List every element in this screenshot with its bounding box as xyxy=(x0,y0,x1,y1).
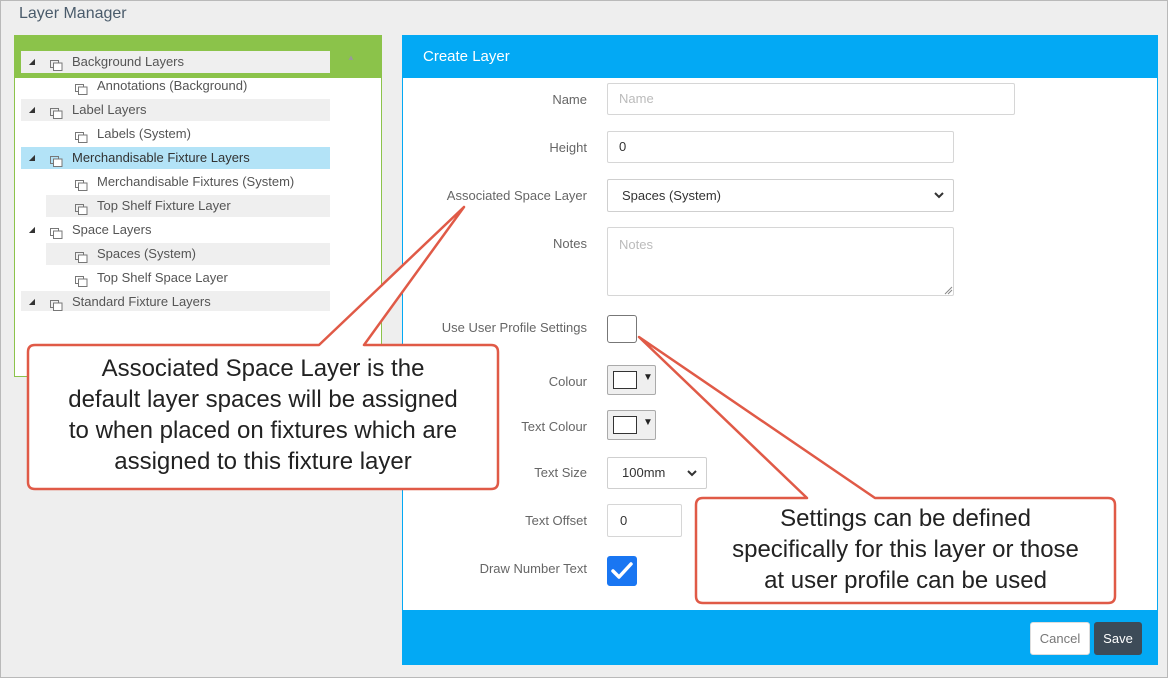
chevron-down-icon xyxy=(933,180,945,224)
associated-space-layer-value: Spaces (System) xyxy=(622,188,721,203)
layers-tree[interactable]: ◢ Background Layers Annotations (Backgroun… xyxy=(21,49,347,311)
notes-label: Notes xyxy=(553,236,587,251)
tree-item-label: Labels (System) xyxy=(97,126,191,141)
layers-icon xyxy=(50,104,63,119)
expand-triangle-icon[interactable]: ◢ xyxy=(27,147,37,169)
text-size-value: 100mm xyxy=(622,465,666,480)
callout-line: Settings can be defined xyxy=(780,505,1031,532)
expand-triangle-icon[interactable]: ◢ xyxy=(27,291,37,311)
dropdown-arrow-icon: ▼ xyxy=(643,417,653,428)
tree-item-label: Merchandisable Fixture Layers xyxy=(72,150,250,165)
colour-swatch xyxy=(613,371,637,389)
callout-line: to when placed on fixtures which are xyxy=(68,417,458,444)
colour-picker[interactable]: ▼ xyxy=(607,365,656,395)
resize-handle-icon[interactable] xyxy=(944,286,953,295)
layers-icon xyxy=(75,200,88,215)
layers-icon xyxy=(75,128,88,143)
text-colour-swatch xyxy=(613,416,637,434)
layers-icon xyxy=(50,296,63,311)
tree-item-label: Spaces (System) xyxy=(97,246,196,261)
text-colour-picker[interactable]: ▼ xyxy=(607,410,656,440)
callout-line: assigned to this fixture layer xyxy=(114,448,412,475)
tree-item-label: Background Layers xyxy=(72,54,185,69)
dropdown-arrow-icon: ▼ xyxy=(643,372,653,383)
layers-icon xyxy=(75,80,88,95)
tree-item-label: Space Layers xyxy=(72,222,152,237)
tree-group-row[interactable]: ◢ Merchandisable Fixture Layers xyxy=(21,147,330,169)
name-input[interactable]: Name xyxy=(607,83,1015,115)
associated-space-layer-label: Associated Space Layer xyxy=(446,188,587,203)
tree-group-row[interactable]: ◢ Background Layers xyxy=(21,51,330,73)
use-user-profile-settings-checkbox[interactable] xyxy=(607,315,637,343)
tree-item-label: Top Shelf Space Layer xyxy=(97,270,228,285)
callout-line: default layer spaces will be assigned xyxy=(68,386,458,413)
tree-layer-row[interactable]: Top Shelf Fixture Layer xyxy=(46,195,330,217)
space-layer-callout-text: Associated Space Layer is the default la… xyxy=(28,353,498,477)
tree-item-label: Annotations (Background) xyxy=(97,78,248,93)
tree-group-row[interactable]: ◢ Label Layers xyxy=(21,99,330,121)
tree-layer-row[interactable]: Merchandisable Fixtures (System) xyxy=(46,171,330,193)
tree-layer-row[interactable]: Spaces (System) xyxy=(46,243,330,265)
page-title: Layer Manager xyxy=(19,5,127,22)
layers-icon xyxy=(75,272,88,287)
name-label: Name xyxy=(552,92,587,107)
draw-number-text-label: Draw Number Text xyxy=(479,561,587,576)
expand-triangle-icon[interactable]: ◢ xyxy=(27,219,37,241)
tree-group-row[interactable]: ◢ Space Layers xyxy=(21,219,330,241)
callout-line: at user profile can be used xyxy=(764,567,1047,594)
use-user-profile-settings-label: Use User Profile Settings xyxy=(441,320,587,335)
save-button[interactable]: Save xyxy=(1094,622,1142,655)
height-label: Height xyxy=(549,140,587,155)
layers-icon xyxy=(50,224,63,239)
chevron-down-icon xyxy=(686,458,698,500)
text-offset-label: Text Offset xyxy=(525,513,587,528)
layers-icon xyxy=(75,176,88,191)
cancel-button[interactable]: Cancel xyxy=(1030,622,1090,655)
height-input[interactable]: 0 xyxy=(607,131,954,163)
settings-callout-text: Settings can be defined specifically for… xyxy=(696,503,1115,596)
draw-number-text-checkbox[interactable] xyxy=(607,556,637,586)
expand-triangle-icon[interactable]: ◢ xyxy=(27,99,37,121)
layers-icon xyxy=(50,152,63,167)
create-layer-header: Create Layer xyxy=(403,36,1157,78)
tree-layer-row[interactable]: Labels (System) xyxy=(46,123,330,145)
notes-textarea[interactable]: Notes xyxy=(607,227,954,296)
app-window: Layer Manager Layers ◢Background LayersA… xyxy=(0,0,1168,678)
check-icon xyxy=(611,562,633,579)
tree-item-label: Top Shelf Fixture Layer xyxy=(97,198,231,213)
layers-icon xyxy=(75,248,88,263)
tree-group-row[interactable]: ◢ Standard Fixture Layers xyxy=(21,291,330,311)
callout-line: specifically for this layer or those xyxy=(732,536,1079,563)
layers-icon xyxy=(50,56,63,71)
text-size-select[interactable]: 100mm xyxy=(607,457,707,489)
tree-item-label: Merchandisable Fixtures (System) xyxy=(97,174,295,189)
scroll-up-arrow-icon[interactable]: ▲ xyxy=(347,53,355,62)
tree-item-label: Label Layers xyxy=(72,102,147,117)
tree-layer-row[interactable]: Annotations (Background) xyxy=(46,75,330,97)
associated-space-layer-select[interactable]: Spaces (System) xyxy=(607,179,954,212)
expand-triangle-icon[interactable]: ◢ xyxy=(27,51,37,73)
text-offset-input[interactable]: 0 xyxy=(607,504,682,537)
tree-layer-row[interactable]: Top Shelf Space Layer xyxy=(46,267,330,289)
tree-item-label: Standard Fixture Layers xyxy=(72,294,211,309)
callout-line: Associated Space Layer is the xyxy=(101,355,425,382)
